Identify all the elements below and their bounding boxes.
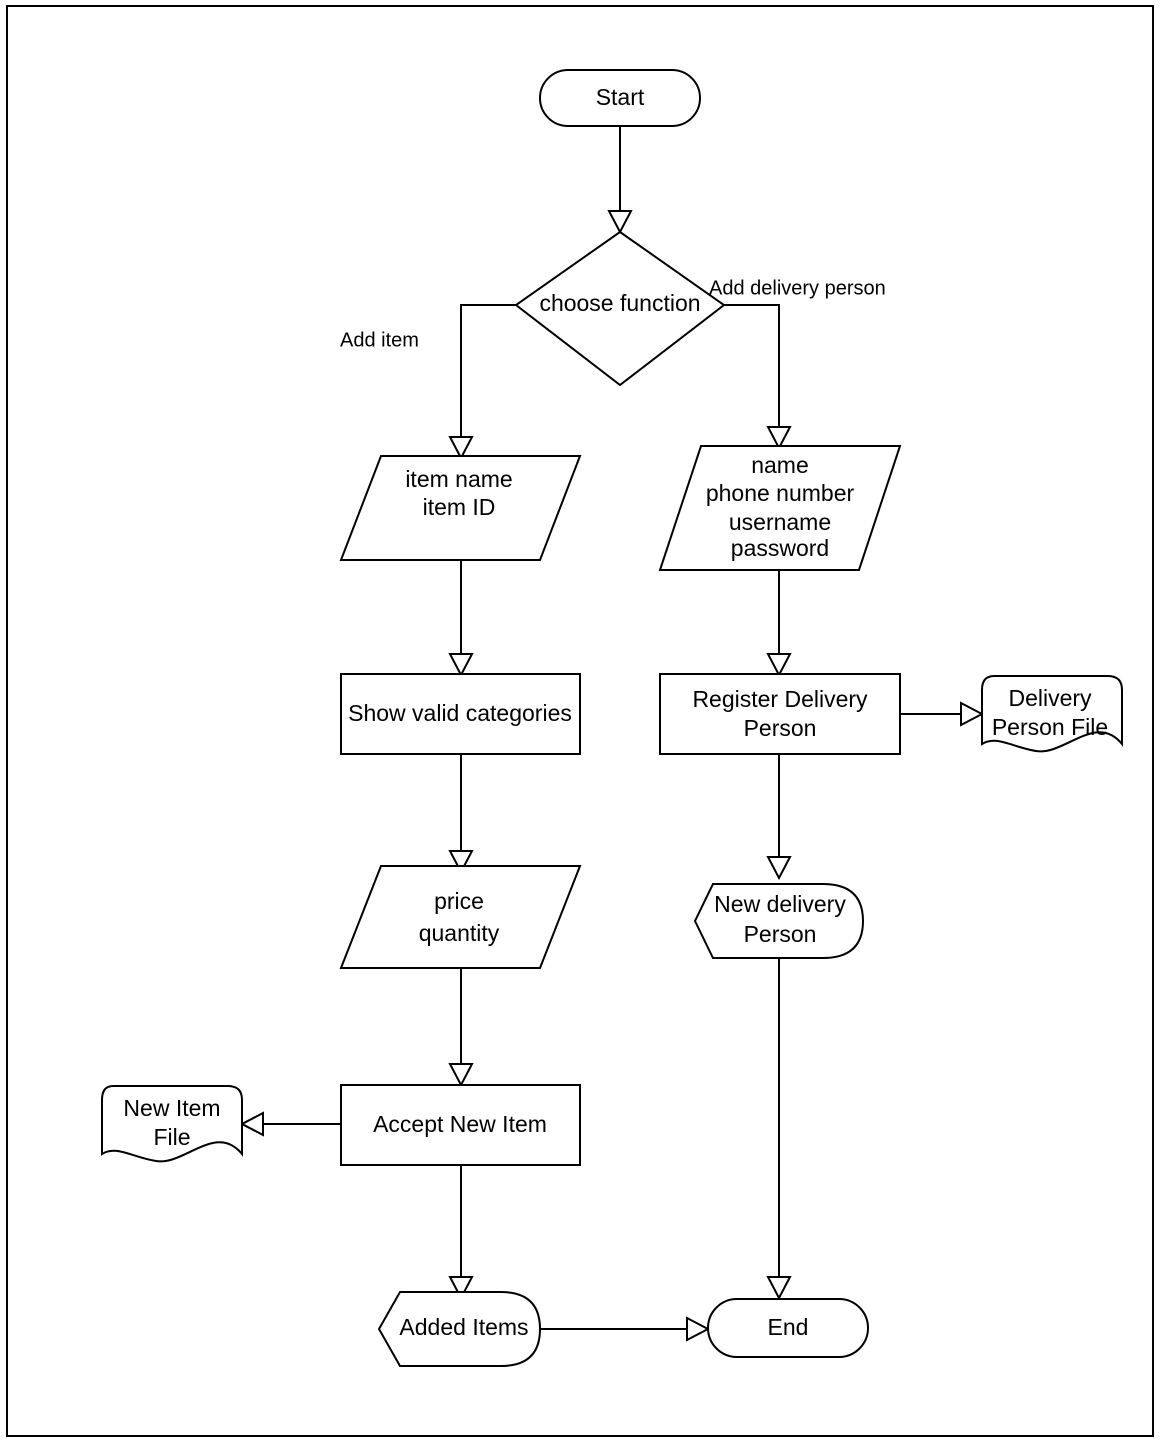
arrowhead-categories-in (448, 653, 474, 678)
arrowhead-decision-in (607, 210, 633, 235)
new-item-file-label-line2: File (153, 1124, 190, 1150)
person-input-label-line2: phone number (706, 480, 855, 506)
connector-decision-to-item-input (460, 304, 516, 438)
start-label: Start (596, 84, 645, 110)
arrowhead-register-in (766, 653, 792, 678)
arrowhead-end-in-left (686, 1316, 711, 1342)
show-valid-categories-label: Show valid categories (348, 700, 572, 726)
node-new-delivery-person[interactable]: New delivery Person (693, 883, 865, 959)
new-delivery-person-label-line1: New delivery (714, 891, 846, 917)
node-end[interactable]: End (707, 1298, 869, 1358)
choose-function-label: choose function (539, 290, 700, 316)
node-new-item-file[interactable]: New Item File (101, 1085, 243, 1163)
person-input-label-line4: password (731, 535, 829, 561)
node-choose-function[interactable]: choose function (514, 230, 726, 387)
edge-label-add-item: Add item (340, 329, 419, 351)
register-delivery-person-label-line2: Person (744, 715, 817, 741)
person-input-label-line1: name (751, 452, 809, 478)
end-label: End (768, 1314, 809, 1340)
person-input-label-line3: username (729, 509, 831, 535)
register-delivery-person-label-line1: Register Delivery (692, 686, 868, 712)
node-accept-new-item[interactable]: Accept New Item (340, 1084, 581, 1166)
arrowhead-end-in-top (766, 1276, 792, 1301)
arrowhead-item-file-in (239, 1111, 264, 1137)
flowchart-diagram: Start choose function Add item Add deliv… (6, 5, 1154, 1437)
arrowhead-accept-in (448, 1063, 474, 1088)
accept-new-item-label: Accept New Item (373, 1111, 547, 1137)
arrowhead-new-person-in (766, 856, 792, 881)
node-item-input[interactable]: item name item ID (339, 455, 582, 561)
price-quantity-label-line1: price (434, 888, 484, 914)
arrowhead-person-input-in (766, 426, 792, 451)
node-added-items[interactable]: Added Items (377, 1291, 542, 1367)
price-quantity-shape (339, 865, 582, 969)
arrowhead-item-input-in (448, 436, 474, 461)
new-item-file-label-line1: New Item (123, 1095, 220, 1121)
node-show-valid-categories[interactable]: Show valid categories (340, 673, 581, 755)
node-start[interactable]: Start (539, 69, 701, 127)
delivery-person-file-label-line1: Delivery (1008, 685, 1092, 711)
arrowhead-delivery-file-in (960, 701, 985, 727)
item-input-label-line2: item ID (423, 494, 496, 520)
connector-decision-to-person-input (724, 304, 780, 428)
node-price-quantity[interactable]: price quantity (339, 865, 582, 969)
node-person-input[interactable]: name phone number username password (658, 445, 902, 571)
node-register-delivery-person[interactable]: Register Delivery Person (659, 673, 901, 755)
added-items-label: Added Items (399, 1314, 528, 1340)
item-input-label-line1: item name (405, 466, 512, 492)
edge-label-add-delivery-person: Add delivery person (709, 277, 886, 299)
price-quantity-label-line2: quantity (419, 920, 500, 946)
node-delivery-person-file[interactable]: Delivery Person File (981, 675, 1123, 753)
delivery-person-file-label-line2: Person File (992, 714, 1108, 740)
flowchart-canvas: Start choose function Add item Add deliv… (0, 0, 1161, 1442)
new-delivery-person-label-line2: Person (744, 921, 817, 947)
